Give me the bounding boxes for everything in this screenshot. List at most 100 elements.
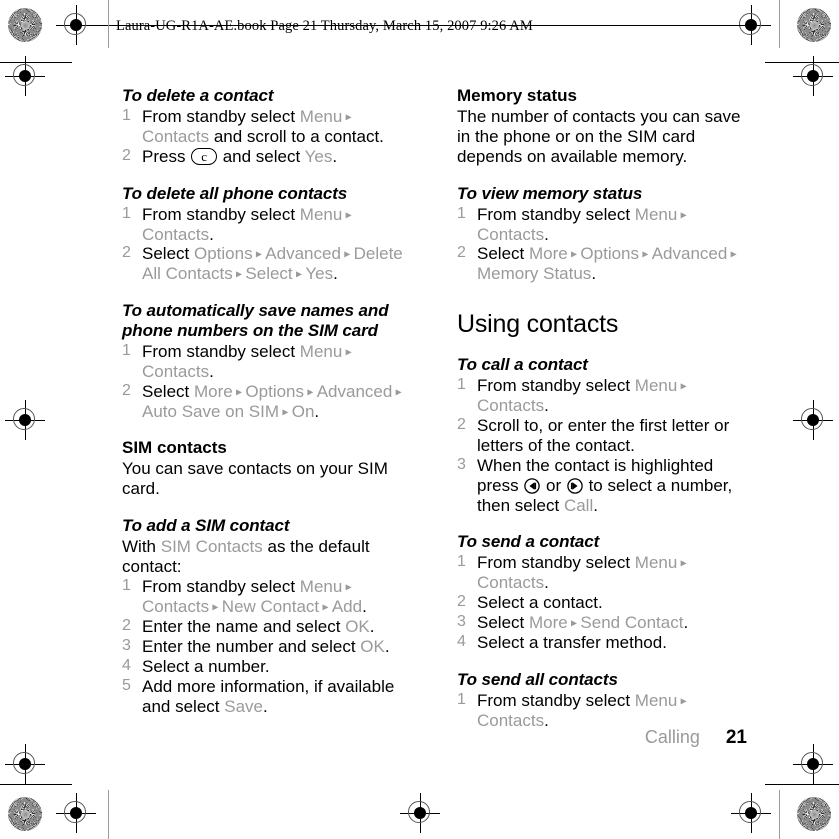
menu-path-token: New Contact <box>221 597 320 617</box>
body-text: . <box>544 573 549 593</box>
menu-path-token: Advanced <box>316 382 393 402</box>
clear-key-icon: c <box>191 147 217 165</box>
menu-path-token: Menu <box>299 342 343 362</box>
section-title-using-contacts: Using contacts <box>457 310 619 339</box>
procedure-step: From standby select Menu ▸ Contacts and … <box>122 107 412 147</box>
menu-path-token: Menu <box>634 376 678 396</box>
menu-path-token: On <box>291 401 315 421</box>
gutter-guide-bottom-left <box>108 790 110 839</box>
footer-chapter-name: Calling <box>644 727 700 747</box>
trim-rule-top-right <box>765 62 839 64</box>
menu-arrow-icon: ▸ <box>279 404 292 419</box>
menu-path-token: Contacts <box>142 362 210 382</box>
body-text: and select <box>217 146 305 166</box>
registration-target-icon <box>793 400 833 440</box>
body-text: Select <box>142 382 194 402</box>
menu-path-token: Options <box>193 244 253 264</box>
menu-path-token: Contacts <box>142 597 210 617</box>
menu-arrow-icon: ▸ <box>677 378 687 393</box>
menu-arrow-icon: ▸ <box>252 246 266 261</box>
menu-arrow-icon: ▸ <box>319 599 332 614</box>
menu-path-token: Select <box>245 264 293 284</box>
body-text: Select a contact. <box>477 593 603 613</box>
menu-arrow-icon: ▸ <box>342 207 352 222</box>
menu-path-token: Save <box>224 696 263 716</box>
procedure-step: Select a contact. <box>457 593 749 613</box>
procedure-step-list: From standby select Menu ▸ Contacts and … <box>122 107 412 167</box>
procedure-step-list: From standby select Menu ▸ Contacts. Scro… <box>457 376 749 515</box>
procedure-step: From standby select Menu ▸ Contacts. <box>122 342 412 382</box>
gutter-guide-right <box>779 0 781 48</box>
body-text: Add more information, if available and s… <box>142 676 395 716</box>
menu-path-token: Contacts <box>142 126 210 146</box>
registration-target-icon <box>731 793 771 833</box>
body-text: From standby select <box>477 553 635 573</box>
body-text: Press <box>142 146 191 166</box>
gutter-guide-left <box>108 0 110 48</box>
trim-rule-top-left <box>0 62 72 64</box>
procedure-title-to-send-all-contacts: To send all contacts <box>457 669 618 689</box>
body-text: From standby select <box>142 577 300 597</box>
procedure-step: Select More ▸ Options ▸ Advanced ▸ Memor… <box>457 244 749 284</box>
body-text: Select a transfer method. <box>477 632 667 652</box>
procedure-step: From standby select Menu ▸ Contacts. <box>122 205 412 245</box>
menu-path-token: Menu <box>299 577 343 597</box>
procedure-step-list: From standby select Menu ▸ Contacts. <box>457 691 749 731</box>
body-text: Scroll to, or enter the first letter or … <box>477 416 730 455</box>
procedure-title-to-add-a-sim-contact: To add a SIM contact <box>122 515 290 535</box>
menu-arrow-icon: ▸ <box>304 384 317 399</box>
body-text: . <box>369 617 375 637</box>
nav-right-key-icon <box>567 477 583 494</box>
menu-arrow-icon: ▸ <box>677 207 687 222</box>
starburst-color-patch-icon <box>797 8 831 42</box>
body-text: With <box>122 536 161 556</box>
body-text: From standby select <box>477 376 635 396</box>
footer-page-number: 21 <box>725 727 747 748</box>
body-text: . <box>262 696 268 716</box>
menu-path-token: Advanced <box>265 244 341 264</box>
menu-path-token: More <box>528 244 568 264</box>
menu-path-token: Menu <box>299 204 343 224</box>
procedure-step-list: From standby select Menu ▸ Contacts. Sele… <box>122 205 412 285</box>
left-column: To delete a contact From standby select M… <box>122 86 412 717</box>
procedure-step-list: From standby select Menu ▸ Contacts ▸ Ne… <box>122 577 412 716</box>
menu-arrow-icon: ▸ <box>209 599 222 614</box>
procedure-intro: With SIM Contacts as the default contact… <box>122 537 412 577</box>
menu-arrow-icon: ▸ <box>677 693 687 708</box>
body-text: From standby select <box>477 690 635 710</box>
body-text: Enter the number and select <box>142 637 361 657</box>
registration-target-icon <box>400 793 440 833</box>
procedure-step-list: From standby select Menu ▸ Contacts. Sele… <box>122 342 412 422</box>
menu-path-token: SIM Contacts <box>160 536 263 556</box>
procedure-step: Select Options ▸ Advanced ▸ Delete All C… <box>122 244 412 284</box>
procedure-step: Enter the name and select OK. <box>122 617 412 637</box>
registration-target-icon <box>56 793 96 833</box>
book-file-slug: Laura-UG-R1A-AE.book Page 21 Thursday, M… <box>116 18 533 34</box>
body-text: Select <box>477 244 529 264</box>
body-text: . <box>209 224 214 244</box>
starburst-color-patch-icon <box>8 8 42 42</box>
body-text: . <box>209 362 214 382</box>
procedure-title-to-call-a-contact: To call a contact <box>457 355 588 375</box>
menu-path-token: Menu <box>634 690 678 710</box>
procedure-step: From standby select Menu ▸ Contacts. <box>457 376 749 416</box>
menu-path-token: Send Contact <box>580 613 684 633</box>
menu-arrow-icon: ▸ <box>567 246 581 261</box>
procedure-title-to-delete-all-phone-contacts: To delete all phone contacts <box>122 183 348 203</box>
body-text: From standby select <box>142 204 300 224</box>
procedure-title-to-send-a-contact: To send a contact <box>457 532 600 552</box>
body-text: . <box>384 637 390 657</box>
menu-path-token: Contacts <box>142 224 210 244</box>
procedure-step-list: From standby select Menu ▸ Contacts. Sele… <box>457 205 749 285</box>
body-text: . <box>544 224 549 244</box>
trim-rule-bottom-right <box>765 784 839 786</box>
subsection-title-memory-status: Memory status <box>457 86 577 105</box>
procedure-step: Select a transfer method. <box>457 633 749 653</box>
menu-arrow-icon: ▸ <box>392 384 402 399</box>
procedure-title-to-delete-a-contact: To delete a contact <box>122 86 274 105</box>
body-text: Select <box>477 613 529 633</box>
menu-path-token: Yes <box>305 264 334 284</box>
trim-rule-bottom-left <box>0 784 72 786</box>
menu-arrow-icon: ▸ <box>342 579 352 594</box>
starburst-color-patch-icon <box>8 797 42 831</box>
